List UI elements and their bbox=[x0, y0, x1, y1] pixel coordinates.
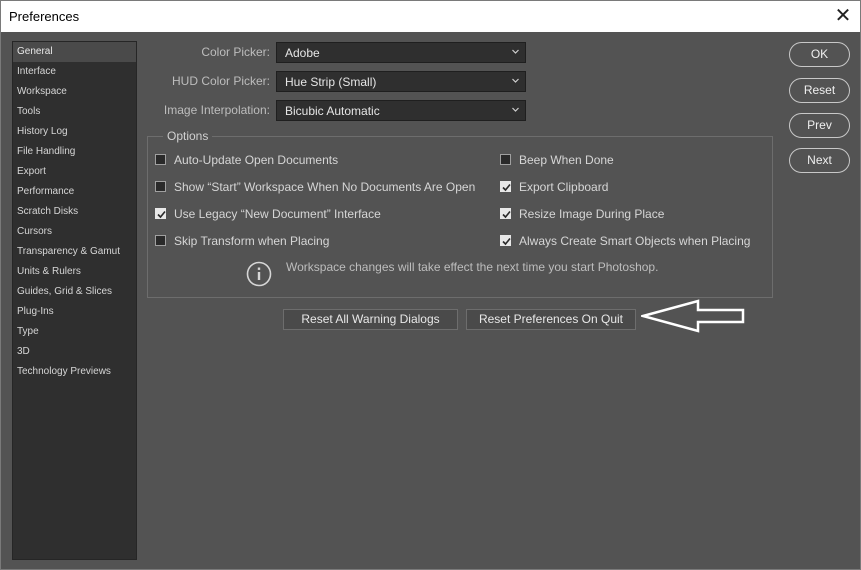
checkbox-checked bbox=[500, 235, 511, 246]
checkmark-icon bbox=[502, 183, 511, 192]
hud-color-picker-value: Hue Strip (Small) bbox=[285, 75, 377, 89]
color-picker-value: Adobe bbox=[285, 46, 320, 60]
left-arrow-annotation-icon bbox=[641, 299, 745, 333]
hud-color-picker-dropdown[interactable]: Hue Strip (Small) bbox=[276, 71, 526, 92]
sidebar-item-scratch-disks[interactable]: Scratch Disks bbox=[13, 202, 136, 222]
sidebar-item-general[interactable]: General bbox=[13, 42, 136, 62]
checkmark-icon bbox=[157, 210, 166, 219]
reset-all-warning-dialogs-button[interactable]: Reset All Warning Dialogs bbox=[283, 309, 458, 330]
sidebar-item-3d[interactable]: 3D bbox=[13, 342, 136, 362]
resize-image-during-place-label: Resize Image During Place bbox=[519, 207, 665, 221]
use-legacy-new-document-label: Use Legacy “New Document” Interface bbox=[174, 207, 381, 221]
chevron-down-icon bbox=[512, 107, 519, 112]
sidebar-item-transparency-gamut[interactable]: Transparency & Gamut bbox=[13, 242, 136, 262]
category-sidebar: General Interface Workspace Tools Histor… bbox=[12, 41, 137, 560]
color-picker-dropdown[interactable]: Adobe bbox=[276, 42, 526, 63]
info-icon bbox=[246, 261, 272, 287]
title-bar: Preferences ✕ bbox=[1, 1, 860, 32]
dialog-body: General Interface Workspace Tools Histor… bbox=[1, 32, 860, 569]
sidebar-item-cursors[interactable]: Cursors bbox=[13, 222, 136, 242]
hud-color-picker-label: HUD Color Picker: bbox=[171, 74, 270, 88]
reset-preferences-on-quit-button[interactable]: Reset Preferences On Quit bbox=[466, 309, 636, 330]
image-interpolation-label: Image Interpolation: bbox=[163, 103, 270, 117]
sidebar-item-history-log[interactable]: History Log bbox=[13, 122, 136, 142]
image-interpolation-value: Bicubic Automatic bbox=[285, 104, 380, 118]
beep-when-done-label: Beep When Done bbox=[519, 153, 614, 167]
always-create-smart-objects-label: Always Create Smart Objects when Placing bbox=[519, 234, 751, 248]
sidebar-item-performance[interactable]: Performance bbox=[13, 182, 136, 202]
color-picker-label: Color Picker: bbox=[201, 45, 270, 59]
sidebar-item-tools[interactable]: Tools bbox=[13, 102, 136, 122]
ok-button[interactable]: OK bbox=[789, 42, 850, 67]
sidebar-item-file-handling[interactable]: File Handling bbox=[13, 142, 136, 162]
show-start-workspace-label: Show “Start” Workspace When No Documents… bbox=[174, 180, 476, 194]
skip-transform-label: Skip Transform when Placing bbox=[174, 234, 330, 248]
sidebar-item-technology-previews[interactable]: Technology Previews bbox=[13, 362, 136, 382]
prev-button[interactable]: Prev bbox=[789, 113, 850, 138]
image-interpolation-dropdown[interactable]: Bicubic Automatic bbox=[276, 100, 526, 121]
workspace-info-text: Workspace changes will take effect the n… bbox=[286, 260, 659, 274]
auto-update-label: Auto-Update Open Documents bbox=[174, 153, 339, 167]
options-group-title: Options bbox=[163, 129, 213, 143]
window-title: Preferences bbox=[9, 9, 80, 24]
sidebar-item-guides-grid-slices[interactable]: Guides, Grid & Slices bbox=[13, 282, 136, 302]
close-button[interactable]: ✕ bbox=[826, 1, 860, 32]
reset-button[interactable]: Reset bbox=[789, 78, 850, 103]
export-clipboard-label: Export Clipboard bbox=[519, 180, 609, 194]
chevron-down-icon bbox=[512, 78, 519, 83]
checkmark-icon bbox=[502, 210, 511, 219]
checkbox-unchecked bbox=[155, 181, 166, 192]
checkbox-unchecked bbox=[500, 154, 511, 165]
checkbox-unchecked bbox=[155, 235, 166, 246]
checkbox-checked bbox=[500, 208, 511, 219]
chevron-down-icon bbox=[512, 49, 519, 54]
next-button[interactable]: Next bbox=[789, 148, 850, 173]
preferences-window: Preferences ✕ General Interface Workspac… bbox=[0, 0, 861, 570]
sidebar-item-workspace[interactable]: Workspace bbox=[13, 82, 136, 102]
sidebar-item-plug-ins[interactable]: Plug-Ins bbox=[13, 302, 136, 322]
sidebar-item-type[interactable]: Type bbox=[13, 322, 136, 342]
checkbox-checked bbox=[155, 208, 166, 219]
checkbox-unchecked bbox=[155, 154, 166, 165]
sidebar-item-interface[interactable]: Interface bbox=[13, 62, 136, 82]
checkbox-checked bbox=[500, 181, 511, 192]
checkmark-icon bbox=[502, 237, 511, 246]
sidebar-item-export[interactable]: Export bbox=[13, 162, 136, 182]
sidebar-item-units-rulers[interactable]: Units & Rulers bbox=[13, 262, 136, 282]
